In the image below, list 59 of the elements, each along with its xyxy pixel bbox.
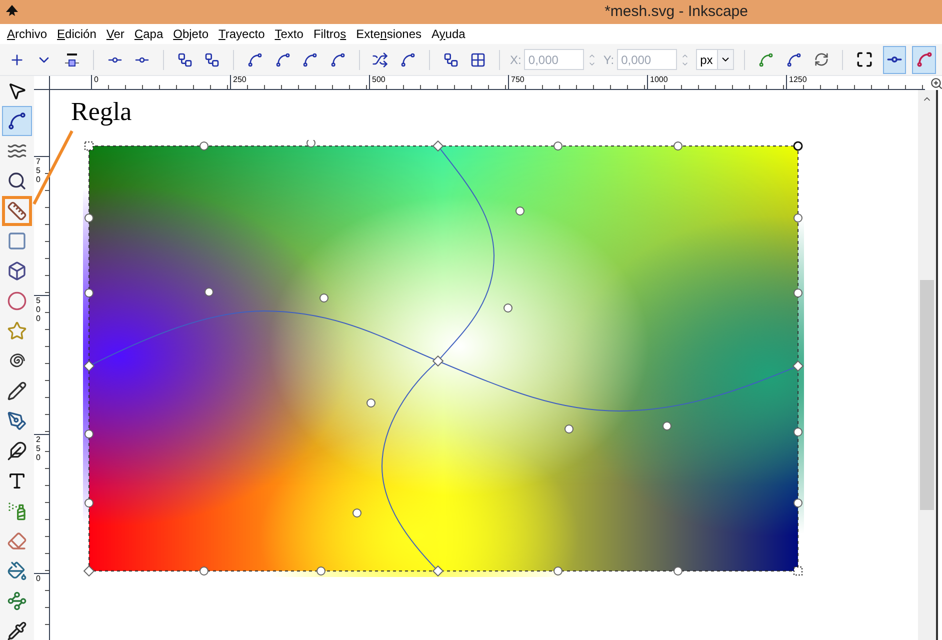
- scrollbar-thumb[interactable]: [920, 280, 934, 510]
- ruler-label: 0: [94, 75, 98, 84]
- curve-icon: [786, 52, 802, 68]
- ruler-label: 500: [36, 296, 40, 323]
- menu-item[interactable]: Trayecto: [214, 24, 270, 44]
- spray-icon: [7, 501, 27, 521]
- menu-item[interactable]: Extensiones: [351, 24, 426, 44]
- circle-icon: [7, 291, 27, 311]
- ruler-label: 250: [233, 75, 246, 84]
- pointer-icon: [7, 81, 27, 101]
- auto-node-icon: [330, 52, 346, 68]
- zoom-fit-icon[interactable]: [930, 76, 942, 90]
- ruler-label: 0: [36, 574, 40, 583]
- menu-item[interactable]: Edición: [52, 24, 102, 44]
- field-label: Y:: [603, 52, 614, 68]
- node-icon: [7, 111, 27, 131]
- toggle-button[interactable]: [912, 46, 936, 74]
- insert-node-icon: [8, 52, 25, 68]
- curve-icon: [916, 51, 933, 68]
- menu-item[interactable]: Archivo: [2, 24, 52, 44]
- menu-item[interactable]: Objeto: [168, 24, 214, 44]
- bucket-icon: [7, 561, 27, 581]
- ruler-label: 750: [36, 157, 40, 184]
- curve-segment-icon: [400, 52, 416, 68]
- tool-button[interactable]: [2, 196, 32, 226]
- tool-button[interactable]: [2, 106, 32, 136]
- ruler-label: 500: [372, 75, 386, 84]
- menu-item[interactable]: Ayuda: [426, 24, 470, 44]
- rectangle-icon: [7, 231, 27, 251]
- ruler-label: 250: [36, 435, 40, 462]
- calligraphy-icon: [7, 441, 27, 461]
- zoom-icon: [7, 171, 27, 191]
- smooth-node-icon: [274, 52, 291, 68]
- field-label: X:: [510, 52, 522, 68]
- pipette-icon: [7, 621, 27, 640]
- cube-icon: [7, 261, 27, 281]
- star-icon: [7, 321, 27, 341]
- toggle-button[interactable]: [882, 46, 906, 74]
- ruler-label: 1000: [650, 75, 668, 84]
- annotation-label: Regla: [71, 97, 132, 127]
- pen-icon: [7, 411, 27, 431]
- symmetric-node-icon: [302, 52, 318, 68]
- cusp-node-icon: [247, 52, 264, 68]
- window-title: *mesh.svg - Inkscape: [604, 2, 748, 22]
- gradient-icon: [7, 591, 27, 611]
- pencil-icon: [7, 381, 27, 401]
- expand-icon: [856, 51, 874, 68]
- ruler-icon: [7, 201, 27, 221]
- menu-item[interactable]: Texto: [270, 24, 308, 44]
- eraser-icon: [7, 531, 27, 551]
- ruler-label: 1250: [789, 75, 807, 84]
- curve-node-icon: [758, 52, 774, 68]
- menu-item[interactable]: Filtros: [308, 24, 352, 44]
- menu-item[interactable]: Ver: [101, 24, 130, 44]
- menu-item[interactable]: Capa: [129, 24, 168, 44]
- text-icon: [7, 471, 27, 491]
- delete-node-icon: [65, 52, 80, 66]
- unit-select[interactable]: px: [696, 49, 734, 70]
- ruler-label: 750: [511, 75, 524, 84]
